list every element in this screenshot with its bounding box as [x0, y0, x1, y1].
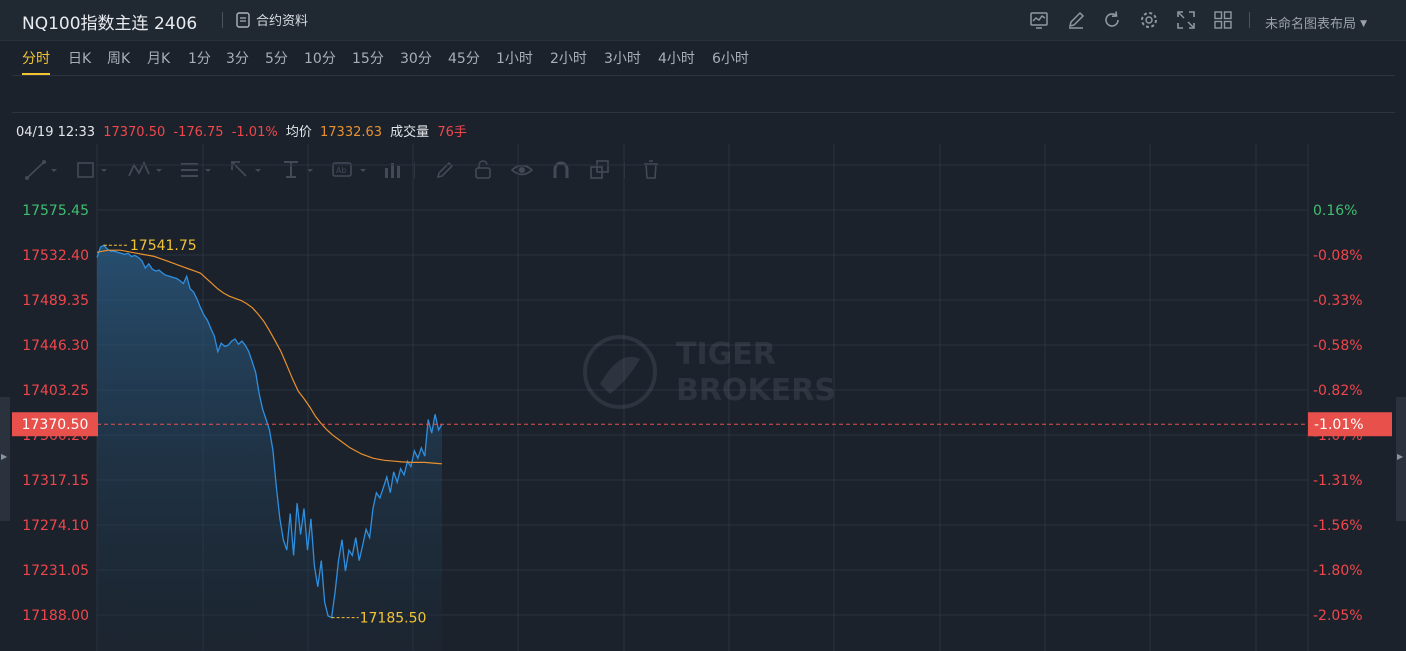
tab-15min[interactable]: 15分 [352, 48, 384, 68]
y-tick-label-left: 17231.05 [22, 563, 89, 579]
y-tick-label-left: 17575.45 [22, 203, 89, 219]
volume-label: 成交量 [390, 125, 430, 140]
quote-price: 17370.50 [103, 125, 166, 140]
tab-6hour[interactable]: 6小时 [712, 48, 749, 68]
contract-info-label: 合约资料 [256, 14, 309, 29]
quote-info: 04/19 12:33 17370.50 -176.75 -1.01% 均价 1… [16, 121, 471, 140]
y-tick-label-right: -2.05% [1313, 608, 1363, 624]
tab-3min[interactable]: 3分 [226, 48, 249, 68]
tab-5min[interactable]: 5分 [265, 48, 288, 68]
grid-icon[interactable] [1212, 9, 1234, 31]
y-tick-label-right: -1.56% [1313, 518, 1363, 534]
period-tabs: 分时 日K 周K 月K 1分 3分 5分 10分 15分 30分 45分 1小时… [0, 40, 1406, 75]
tab-4hour[interactable]: 4小时 [658, 48, 695, 68]
y-tick-label-right: -0.33% [1313, 293, 1363, 309]
chart-icon[interactable] [1028, 9, 1050, 31]
current-pct-value: -1.01% [1314, 417, 1364, 433]
volume-value: 76手 [437, 125, 467, 140]
avg-label: 均价 [285, 125, 312, 140]
y-tick-label-right: -1.80% [1313, 563, 1363, 579]
tab-10min[interactable]: 10分 [304, 48, 336, 68]
layout-label: 未命名图表布局 [1265, 17, 1357, 32]
caret-right-icon: ▶ [1397, 452, 1404, 461]
caret-down-icon: ▼ [1360, 19, 1368, 29]
divider [1249, 12, 1250, 28]
quote-change-pct: -1.01% [231, 125, 278, 140]
tab-2hour[interactable]: 2小时 [550, 48, 587, 68]
y-tick-label-left: 17317.15 [22, 473, 89, 489]
y-tick-label-left: 17446.30 [22, 338, 89, 354]
tab-30min[interactable]: 30分 [400, 48, 432, 68]
watermark-line1: TIGER [676, 337, 776, 372]
instrument-title: NQ100指数主连 2406 [22, 14, 198, 34]
tiger-brokers-watermark: TIGER BROKERS [583, 335, 836, 409]
tab-month[interactable]: 月K [147, 48, 170, 68]
quote-datetime: 04/19 12:33 [16, 125, 96, 140]
tab-1min[interactable]: 1分 [188, 48, 211, 68]
gear-icon[interactable] [1138, 9, 1160, 31]
tab-day[interactable]: 日K [68, 48, 91, 68]
drawing-toolbar: Ab [0, 76, 1406, 180]
right-panel-toggle[interactable]: ▶ [1396, 397, 1406, 521]
y-tick-label-right: -0.82% [1313, 383, 1363, 399]
y-tick-label-right: 0.16% [1313, 203, 1357, 219]
tab-3hour[interactable]: 3小时 [604, 48, 641, 68]
y-tick-label-left: 17532.40 [22, 248, 89, 264]
y-tick-label-left: 17403.25 [22, 383, 89, 399]
tab-week[interactable]: 周K [107, 48, 130, 68]
y-tick-label-left: 17489.35 [22, 293, 89, 309]
top-bar: NQ100指数主连 2406 合约资料 未命名图表布局 ▼ [0, 0, 1406, 41]
quote-change: -176.75 [173, 125, 224, 140]
tab-45min[interactable]: 45分 [448, 48, 480, 68]
y-tick-label-right: -0.08% [1313, 248, 1363, 264]
tab-fenshi[interactable]: 分时 [22, 48, 50, 75]
intraday-chart[interactable]: TIGER BROKERS 17575.45 17532.40 17489.35 17… [0, 144, 1406, 651]
avg-value: 17332.63 [320, 125, 383, 140]
left-panel-toggle[interactable]: ▶ [0, 397, 10, 521]
price-area [97, 245, 442, 651]
edit-icon[interactable] [1065, 9, 1087, 31]
tab-1hour[interactable]: 1小时 [496, 48, 533, 68]
divider [12, 112, 1395, 113]
contract-info-button[interactable]: 合约资料 [236, 10, 308, 29]
refresh-icon[interactable] [1101, 9, 1123, 31]
fullscreen-icon[interactable] [1175, 9, 1197, 31]
current-price-value: 17370.50 [22, 417, 89, 433]
y-tick-label-right: -1.31% [1313, 473, 1363, 489]
low-marker-label: 17185.50 [360, 611, 427, 627]
y-tick-label-left: 17188.00 [22, 608, 89, 624]
document-icon [236, 11, 250, 28]
divider [222, 12, 223, 28]
high-marker-label: 17541.75 [130, 238, 197, 254]
layout-dropdown[interactable]: 未命名图表布局 ▼ [1265, 13, 1367, 32]
watermark-line2: BROKERS [676, 373, 836, 408]
caret-right-icon: ▶ [1, 452, 8, 461]
y-tick-label-left: 17274.10 [22, 518, 89, 534]
y-tick-label-right: -0.58% [1313, 338, 1363, 354]
